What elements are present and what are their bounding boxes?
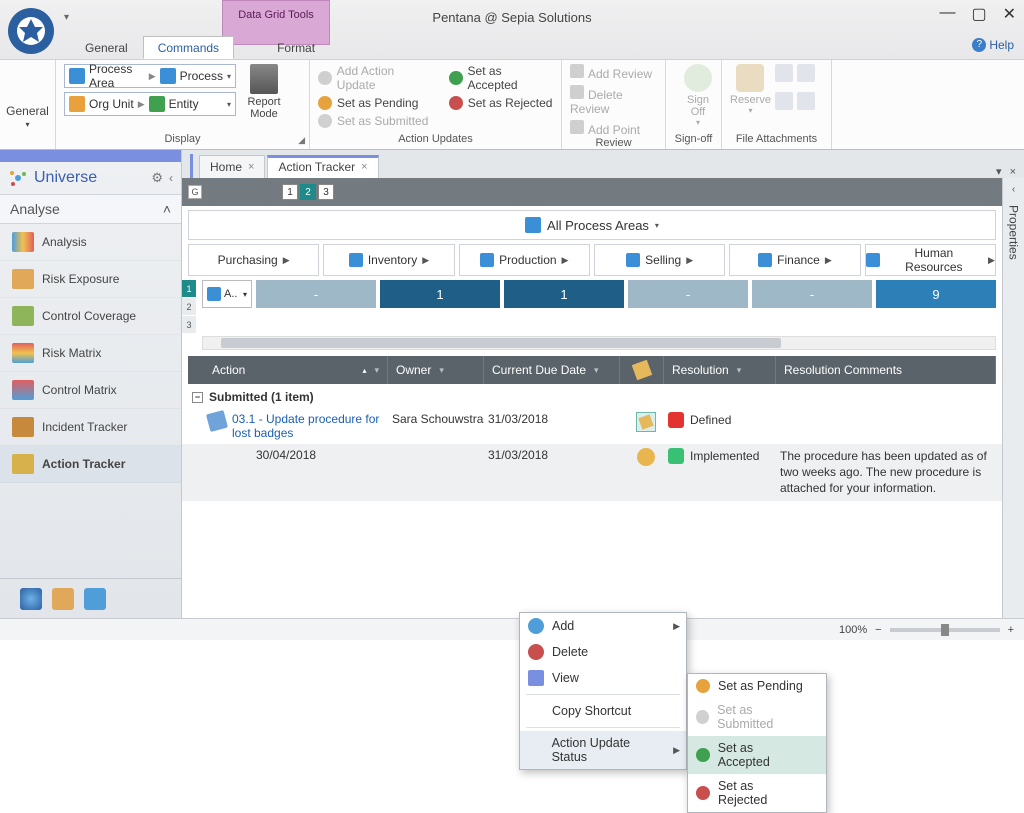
tab-action-tracker[interactable]: Action Tracker×: [267, 155, 378, 178]
attachment-icons: [775, 64, 823, 115]
set-submitted-button: Set as Submitted: [318, 114, 435, 128]
metric-cell[interactable]: 1: [380, 280, 500, 308]
table-row[interactable]: 30/04/2018 31/03/2018 Implemented The pr…: [182, 444, 1002, 501]
set-accepted-button[interactable]: Set as Accepted: [449, 64, 553, 92]
add-action-update-button: Add Action Update: [318, 64, 435, 92]
ctx-set-rejected[interactable]: Set as Rejected: [688, 774, 826, 812]
area-human-resources[interactable]: Human Resources▶: [865, 244, 996, 276]
analyse-section-header[interactable]: Analyse˄: [0, 194, 181, 224]
app-logo[interactable]: [8, 8, 54, 54]
sidebar-item-incident-tracker[interactable]: Incident Tracker: [0, 409, 181, 446]
close-icon[interactable]: ×: [361, 161, 367, 173]
process-area-crumb[interactable]: Process Area▶Process▾: [64, 64, 236, 88]
sidebar-shortcut-1-icon[interactable]: [20, 588, 42, 610]
context-submenu-status: Set as Pending Set as Submitted Set as A…: [687, 673, 827, 813]
col-header-flag[interactable]: [620, 356, 664, 384]
area-production[interactable]: Production▶: [459, 244, 590, 276]
metric-cell[interactable]: -: [256, 280, 376, 308]
level-pager[interactable]: 123: [282, 184, 334, 200]
col-header-owner[interactable]: Owner▾: [388, 356, 484, 384]
report-mode-button[interactable]: Report Mode: [242, 64, 286, 120]
set-pending-button[interactable]: Set as Pending: [318, 96, 435, 110]
expand-properties-icon[interactable]: ‹: [1012, 184, 1015, 195]
ctx-view[interactable]: View: [520, 665, 686, 691]
edit-icon[interactable]: [636, 412, 656, 432]
area-finance[interactable]: Finance▶: [729, 244, 860, 276]
ctx-set-accepted[interactable]: Set as Accepted: [688, 736, 826, 774]
ctx-set-pending[interactable]: Set as Pending: [688, 674, 826, 698]
minimize-button[interactable]: —: [939, 4, 955, 24]
set-rejected-button[interactable]: Set as Rejected: [449, 96, 553, 110]
status-swatch: [668, 448, 684, 464]
col-header-action[interactable]: Action▴▾: [204, 356, 388, 384]
reserve-button: Reserve▾: [730, 64, 771, 115]
add-review-button: Add Review: [570, 64, 657, 81]
ribbon-tab-commands[interactable]: Commands: [143, 36, 234, 59]
area-purchasing[interactable]: Purchasing▶: [188, 244, 319, 276]
metric-label-dropdown[interactable]: A..▾: [202, 280, 252, 308]
sidebar-item-control-coverage[interactable]: Control Coverage: [0, 298, 181, 335]
table-row[interactable]: 03.1 - Update procedure for lost badges …: [182, 408, 1002, 444]
grid-options-icon[interactable]: G: [188, 185, 202, 199]
window-title: Pentana @ Sepia Solutions: [432, 10, 591, 25]
status-swatch: [668, 412, 684, 428]
ctx-action-update-status[interactable]: Action Update Status▶: [520, 731, 686, 769]
home-icon: [637, 448, 655, 466]
collapse-sidebar-icon[interactable]: ‹: [169, 171, 173, 185]
sign-off-button: Sign Off▾: [674, 64, 722, 127]
help-link[interactable]: ?Help: [972, 38, 1014, 52]
sidebar-shortcut-2-icon[interactable]: [52, 588, 74, 610]
sidebar-shortcut-3-icon[interactable]: [84, 588, 106, 610]
metric-cell[interactable]: -: [752, 280, 872, 308]
ctx-set-submitted: Set as Submitted: [688, 698, 826, 736]
area-selling[interactable]: Selling▶: [594, 244, 725, 276]
gear-icon[interactable]: ⚙: [151, 170, 163, 186]
sidebar-item-risk-matrix[interactable]: Risk Matrix: [0, 335, 181, 372]
sidebar-item-analysis[interactable]: Analysis: [0, 224, 181, 261]
action-icon: [206, 410, 228, 432]
sidebar-item-risk-exposure[interactable]: Risk Exposure: [0, 261, 181, 298]
all-process-areas-dropdown[interactable]: All Process Areas▾: [188, 210, 996, 240]
col-header-due[interactable]: Current Due Date▾: [484, 356, 620, 384]
group-row-submitted[interactable]: −Submitted (1 item): [182, 386, 1002, 408]
metric-cell[interactable]: -: [628, 280, 748, 308]
zoom-in-icon[interactable]: +: [1008, 624, 1014, 636]
zoom-out-icon[interactable]: −: [875, 624, 881, 636]
ribbon-tab-format[interactable]: Format: [262, 36, 330, 59]
tab-dropdown-icon[interactable]: ▾: [996, 165, 1002, 178]
ctx-add[interactable]: Add▶: [520, 613, 686, 639]
display-dialog-launcher-icon[interactable]: ◢: [298, 135, 305, 146]
pencil-icon: [631, 360, 652, 381]
ribbon-general-dropdown[interactable]: General▾: [0, 60, 56, 149]
metric-cell[interactable]: 1: [504, 280, 624, 308]
col-header-comments[interactable]: Resolution Comments: [776, 356, 996, 384]
sidebar-item-action-tracker[interactable]: Action Tracker: [0, 446, 181, 483]
ribbon-tab-general[interactable]: General: [70, 36, 143, 59]
sidebar-item-control-matrix[interactable]: Control Matrix: [0, 372, 181, 409]
horizontal-scrollbar[interactable]: [202, 336, 996, 350]
maximize-button[interactable]: ▢: [971, 4, 986, 24]
sidebar-title: Universe: [34, 169, 145, 187]
ctx-delete[interactable]: Delete: [520, 639, 686, 665]
ctx-copy-shortcut[interactable]: Copy Shortcut: [520, 698, 686, 724]
zoom-level: 100%: [839, 624, 867, 636]
universe-icon: [8, 168, 28, 188]
delete-review-button: Delete Review: [570, 85, 657, 116]
tab-home[interactable]: Home×: [199, 155, 265, 178]
org-unit-crumb[interactable]: Org Unit▶Entity▾: [64, 92, 236, 116]
context-menu: Add▶ Delete View Copy Shortcut Action Up…: [519, 612, 687, 770]
metric-cell[interactable]: 9: [876, 280, 996, 308]
properties-panel-label[interactable]: Properties: [1007, 205, 1021, 260]
action-link[interactable]: 03.1 - Update procedure for lost badges: [232, 412, 392, 440]
close-icon[interactable]: ×: [248, 161, 254, 173]
col-header-resolution[interactable]: Resolution▾: [664, 356, 776, 384]
add-point-button: Add Point: [570, 120, 657, 137]
zoom-slider[interactable]: [890, 628, 1000, 632]
chevron-up-icon: ˄: [163, 201, 171, 217]
tab-close-all-icon[interactable]: ×: [1010, 166, 1016, 178]
qat-customize-icon[interactable]: ▾: [64, 12, 69, 23]
area-inventory[interactable]: Inventory▶: [323, 244, 454, 276]
close-button[interactable]: ✕: [1003, 4, 1016, 24]
